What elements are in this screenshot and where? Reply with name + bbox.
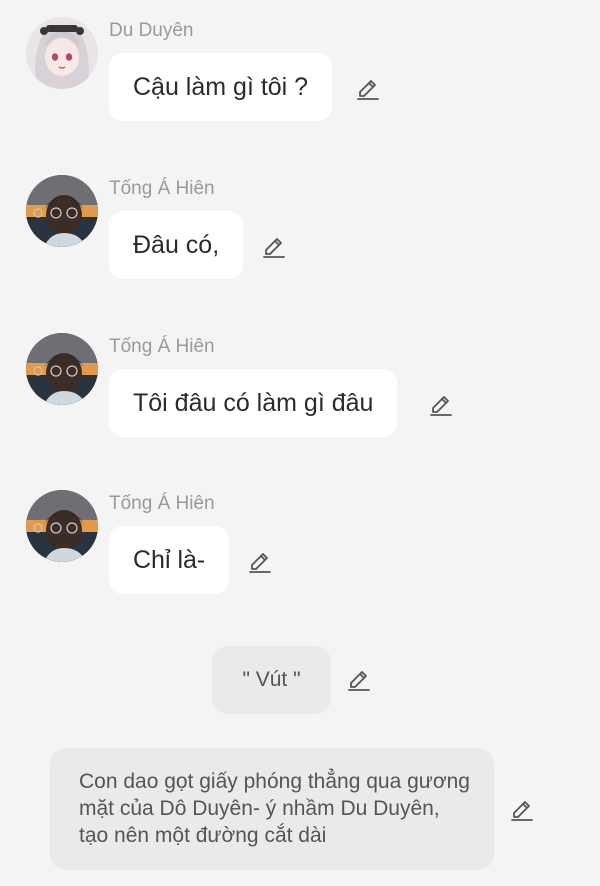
narration-bubble[interactable]: " Vút " xyxy=(212,646,331,714)
message-bubble[interactable]: Tôi đâu có làm gì đâu xyxy=(109,369,398,437)
message-bubble[interactable]: Cậu làm gì tôi ? xyxy=(109,53,333,121)
pencil-edit-icon[interactable] xyxy=(509,797,535,823)
pencil-edit-icon[interactable] xyxy=(428,392,454,418)
avatar[interactable] xyxy=(26,333,98,405)
sender-name: Tống Á Hiên xyxy=(109,336,215,357)
sender-name: Tống Á Hiên xyxy=(109,178,215,199)
pencil-edit-icon[interactable] xyxy=(261,234,287,260)
pencil-edit-icon[interactable] xyxy=(355,76,381,102)
chat-area: Du Duyên Cậu làm gì tôi ? Tống Á Hiên Đâ… xyxy=(0,0,600,886)
sender-name: Tống Á Hiên xyxy=(109,493,215,514)
avatar[interactable] xyxy=(26,490,98,562)
avatar[interactable] xyxy=(26,17,98,89)
narration-bubble[interactable]: Con dao gọt giấy phóng thẳng qua gương m… xyxy=(50,748,494,870)
sender-name: Du Duyên xyxy=(109,20,194,41)
pencil-edit-icon[interactable] xyxy=(346,667,372,693)
message-bubble[interactable]: Chỉ là- xyxy=(109,526,230,594)
avatar[interactable] xyxy=(26,175,98,247)
message-bubble[interactable]: Đâu có, xyxy=(109,211,244,279)
pencil-edit-icon[interactable] xyxy=(247,549,273,575)
